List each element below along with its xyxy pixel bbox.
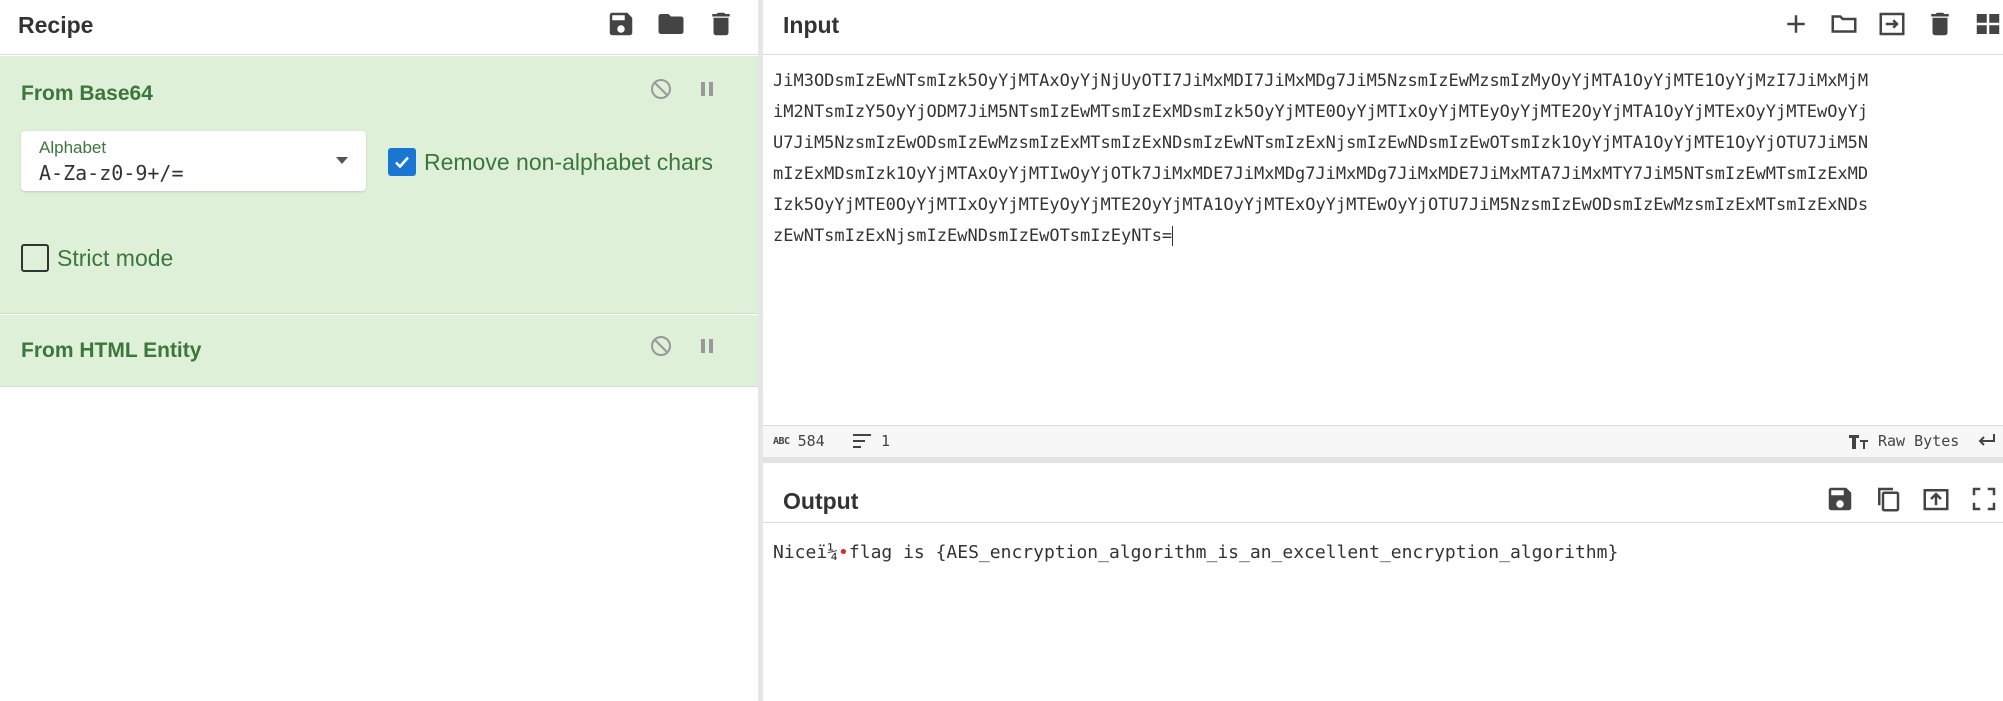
operation-controls: [648, 76, 720, 102]
remove-non-alphabet-label: Remove non-alphabet chars: [424, 148, 713, 175]
strict-mode-label: Strict mode: [57, 244, 174, 271]
output-text-before: Nice: [773, 542, 817, 563]
copy-output-icon[interactable]: [1871, 482, 1905, 516]
alphabet-select[interactable]: Alphabet A-Za-z0-9+/=: [21, 131, 366, 191]
clear-input-trash-icon[interactable]: [1923, 7, 1957, 41]
char-count-stat: ABC 584: [773, 432, 825, 450]
strict-mode-checkbox[interactable]: Strict mode: [21, 244, 173, 272]
input-line: zEwNTsmIzExNjsmIzEwNDsmIzEwOTsmIzEyNTs=: [773, 226, 1173, 246]
control-char-dot-icon: •: [838, 542, 849, 563]
recipe-toolbar: [604, 4, 738, 44]
operation-from-html-entity[interactable]: From HTML Entity: [0, 315, 758, 387]
word-wrap-button[interactable]: [1976, 432, 1996, 448]
load-recipe-folder-icon[interactable]: [654, 7, 688, 41]
encoding-label: Raw Bytes: [1878, 432, 1960, 450]
recipe-pane: Recipe From Base64 Alphabet A-Za-z0-9+/=…: [0, 0, 758, 701]
open-folder-icon[interactable]: [1827, 7, 1861, 41]
input-line: Izk5OyYjMTE0OyYjMTIxOyYjMTEyOyYjMTE2OyYj…: [773, 195, 1869, 215]
output-title: Output: [783, 488, 859, 514]
word-wrap-icon: [1978, 434, 1995, 446]
input-line: JiM3ODsmIzEwNTsmIzk5OyYjMTAxOyYjNjUyOTI7…: [773, 71, 1869, 91]
operation-title: From HTML Entity: [21, 339, 202, 362]
recipe-header: Recipe: [0, 0, 758, 55]
pause-operation-icon[interactable]: [694, 333, 720, 359]
alphabet-label: Alphabet: [39, 138, 107, 157]
input-header: Input: [763, 0, 2003, 55]
maximize-output-icon[interactable]: [1967, 482, 2001, 516]
input-status-bar: ABC 584 1 Raw Bytes: [763, 425, 2003, 457]
char-count: 584: [797, 432, 825, 450]
save-recipe-icon[interactable]: [604, 7, 638, 41]
output-garbled-chars: ï¼: [816, 542, 839, 563]
text-size-icon: [1849, 435, 1868, 449]
input-line: iM2NTsmIzY5OyYjODM7JiM5NTsmIzEwMTsmIzExM…: [773, 102, 1869, 122]
recipe-title: Recipe: [18, 12, 94, 38]
pause-operation-icon[interactable]: [694, 76, 720, 102]
output-pane: Output Niceï¼•flag is {AES_encryption_al…: [763, 463, 2003, 701]
checkbox-checked-icon[interactable]: [388, 148, 416, 176]
operation-title: From Base64: [21, 82, 153, 105]
line-count-stat: 1: [853, 432, 890, 450]
add-tab-plus-icon[interactable]: [1779, 7, 1813, 41]
remove-non-alphabet-checkbox[interactable]: Remove non-alphabet chars: [388, 148, 713, 176]
disable-operation-icon[interactable]: [648, 333, 674, 359]
dropdown-caret-icon: [336, 157, 348, 164]
checkbox-unchecked-icon[interactable]: [21, 244, 49, 272]
replace-input-icon[interactable]: [1919, 482, 1953, 516]
alphabet-value: A-Za-z0-9+/=: [39, 161, 184, 185]
operation-controls: [648, 333, 720, 359]
input-textarea[interactable]: JiM3ODsmIzEwNTsmIzk5OyYjMTAxOyYjNjUyOTI7…: [773, 66, 2003, 252]
disable-operation-icon[interactable]: [648, 76, 674, 102]
input-title: Input: [783, 12, 840, 38]
output-header: Output: [763, 463, 2003, 523]
line-count: 1: [881, 432, 891, 450]
operation-from-base64[interactable]: From Base64 Alphabet A-Za-z0-9+/= Remove…: [0, 56, 758, 314]
input-pane: Input JiM3ODsmIzEwNTsmIzk5OyYjMTAxOyYjNj…: [763, 0, 2003, 457]
encoding-button[interactable]: Raw Bytes: [1848, 432, 1959, 450]
input-line-last: zEwNTsmIzExNjsmIzEwNDsmIzEwOTsmIzEyNTs=: [773, 221, 2003, 252]
open-file-import-icon[interactable]: [1875, 7, 1909, 41]
lines-icon: [853, 434, 871, 448]
output-text-after: flag is {AES_encryption_algorithm_is_an_…: [848, 542, 1619, 563]
input-toolbar: [1779, 4, 2003, 44]
text-cursor: [1172, 226, 1174, 246]
output-toolbar: [1823, 479, 2001, 519]
reset-layout-icon[interactable]: [1971, 7, 2003, 41]
save-output-icon[interactable]: [1823, 482, 1857, 516]
input-line: mIzExMDsmIzk1OyYjMTAxOyYjMTIwOyYjOTk7JiM…: [773, 164, 1869, 184]
output-textarea[interactable]: Niceï¼•flag is {AES_encryption_algorithm…: [773, 542, 1618, 563]
abc-icon: ABC: [773, 435, 790, 447]
clear-recipe-trash-icon[interactable]: [704, 7, 738, 41]
input-line: U7JiM5NzsmIzEwODsmIzEwMzsmIzExMTsmIzExND…: [773, 133, 1869, 153]
